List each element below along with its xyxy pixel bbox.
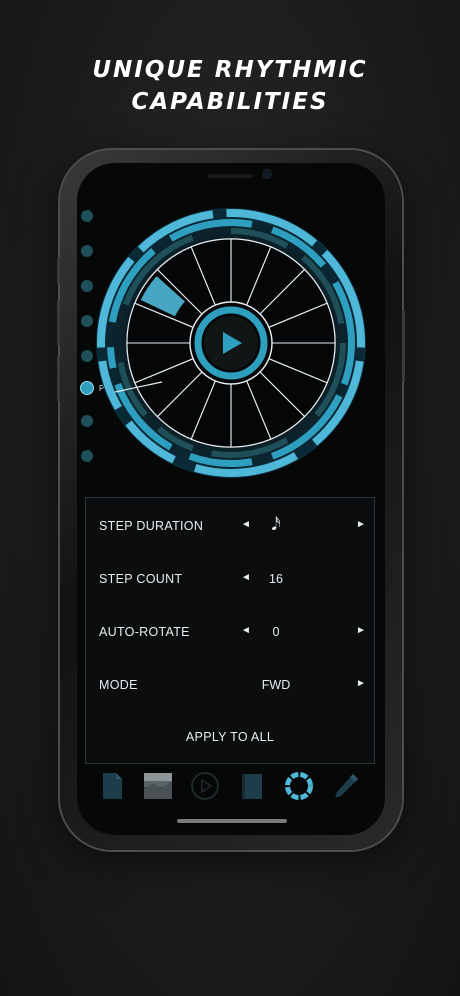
document-icon[interactable] — [95, 769, 129, 803]
bottom-toolbar — [77, 769, 385, 809]
phone-frame: Perc — [57, 150, 405, 850]
track-dot-4[interactable] — [81, 315, 93, 327]
step-duration-label: STEP DURATION — [99, 519, 204, 533]
step-duration-row: STEP DURATION ◄ 𝅘𝅥𝅯 ► — [86, 514, 374, 536]
step-count-label: STEP COUNT — [99, 572, 183, 586]
power-button — [402, 310, 405, 382]
step-count-value: 16 — [269, 572, 283, 586]
apply-to-all-button[interactable]: APPLY TO ALL — [86, 730, 374, 744]
sequencer-ring-icon[interactable] — [282, 769, 316, 803]
volume-up-button — [57, 300, 60, 346]
step-settings-panel: STEP DURATION ◄ 𝅘𝅥𝅯 ► STEP COUNT ◄ 16 AU… — [85, 497, 375, 764]
auto-rotate-label: AUTO-ROTATE — [99, 625, 190, 639]
step-sequencer-dial[interactable] — [95, 207, 367, 479]
home-indicator — [177, 819, 287, 823]
mode-label: MODE — [99, 678, 138, 692]
rhythm-ring-1-segment — [97, 338, 106, 348]
headline-line-2: CAPABILITIES — [131, 89, 329, 115]
track-dot-perc[interactable] — [81, 382, 93, 394]
track-dot-3[interactable] — [81, 280, 93, 292]
track-dot-8[interactable] — [81, 450, 93, 462]
auto-rotate-next-button[interactable]: ► — [356, 625, 366, 636]
headline: UNIQUE RHYTHMIC CAPABILITIES — [0, 54, 460, 118]
step-duration-next-button[interactable]: ► — [356, 519, 366, 530]
auto-rotate-row: AUTO-ROTATE ◄ 0 ► — [86, 622, 374, 642]
mode-value: FWD — [261, 678, 291, 692]
earpiece-speaker — [207, 173, 253, 178]
track-dot-1[interactable] — [81, 210, 93, 222]
pencil-icon[interactable] — [329, 769, 363, 803]
track-dot-7[interactable] — [81, 415, 93, 427]
step-count-row: STEP COUNT ◄ 16 — [86, 569, 374, 589]
app-screen: Perc — [77, 163, 385, 835]
silent-switch — [57, 258, 60, 284]
auto-rotate-value: 0 — [272, 625, 280, 639]
play-circle-icon[interactable] — [188, 769, 222, 803]
track-dot-5[interactable] — [81, 350, 93, 362]
thumbnail-image[interactable] — [141, 769, 175, 803]
step-duration-value: 𝅘𝅥𝅯 — [271, 514, 281, 534]
front-camera — [263, 170, 271, 178]
mode-row: MODE FWD ► — [86, 675, 374, 695]
headline-line-1: UNIQUE RHYTHMIC — [92, 57, 368, 83]
volume-down-button — [57, 356, 60, 402]
track-dot-2[interactable] — [81, 245, 93, 257]
mode-next-button[interactable]: ► — [356, 678, 366, 689]
book-icon[interactable] — [235, 769, 269, 803]
